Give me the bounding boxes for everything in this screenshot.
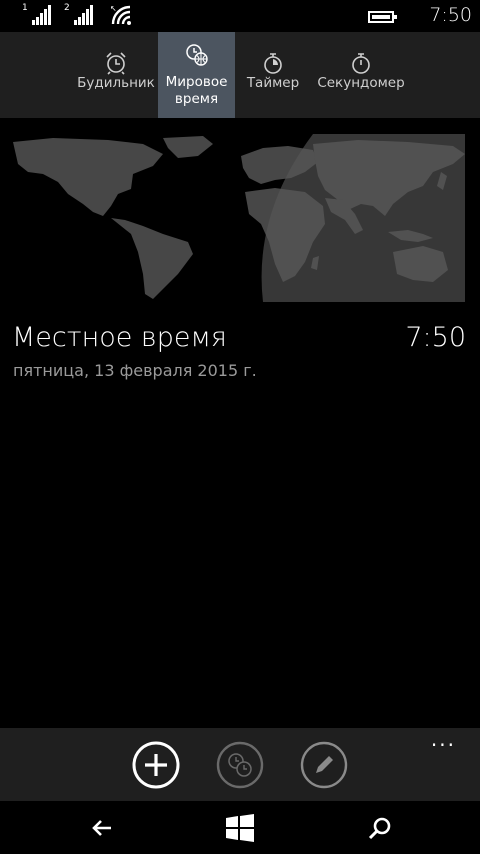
back-icon[interactable] [87, 813, 117, 843]
status-bar: 1 2 ↖ 7:50 [0, 0, 480, 32]
add-button[interactable] [132, 741, 180, 789]
stopwatch-icon [352, 53, 370, 74]
world-map [13, 134, 465, 302]
timer-icon [264, 53, 282, 74]
tab-world-clock-label: Мировое время [165, 74, 228, 107]
world-clock-icon [185, 44, 208, 66]
local-date: пятница, 13 февраля 2015 г. [13, 361, 257, 380]
app-bar: ... [0, 728, 480, 801]
local-time-value: 7:50 [405, 322, 466, 353]
tab-timer[interactable]: Таймер [235, 32, 311, 118]
svg-text:↖: ↖ [110, 4, 117, 13]
add-icon [132, 741, 180, 789]
sim2-label: 2 [64, 3, 70, 13]
alarm-clock-icon [106, 52, 126, 75]
tab-timer-label: Таймер [246, 75, 300, 91]
windows-start-icon[interactable] [225, 813, 255, 843]
compare-time-button[interactable] [216, 741, 264, 789]
edit-icon [300, 741, 348, 789]
compare-time-icon [216, 741, 264, 789]
tab-bar: Будильник Мировое время Таймер Секундоме… [0, 32, 480, 118]
sim1-label: 1 [22, 3, 28, 13]
wifi-icon: ↖ [110, 4, 131, 25]
search-icon[interactable] [365, 813, 395, 843]
status-time: 7:50 [429, 4, 472, 26]
tab-stopwatch-label: Секундомер [317, 75, 405, 91]
tab-alarm[interactable]: Будильник [74, 32, 158, 118]
tab-alarm-label: Будильник [77, 75, 155, 91]
tab-stopwatch[interactable]: Секундомер [311, 32, 411, 118]
edit-button[interactable] [300, 741, 348, 789]
more-options-button[interactable]: ... [431, 729, 456, 749]
local-time-title[interactable]: Местное время [12, 322, 227, 353]
battery-icon [368, 11, 397, 23]
tab-world-clock[interactable]: Мировое время [158, 32, 235, 118]
navigation-bar [0, 801, 480, 854]
